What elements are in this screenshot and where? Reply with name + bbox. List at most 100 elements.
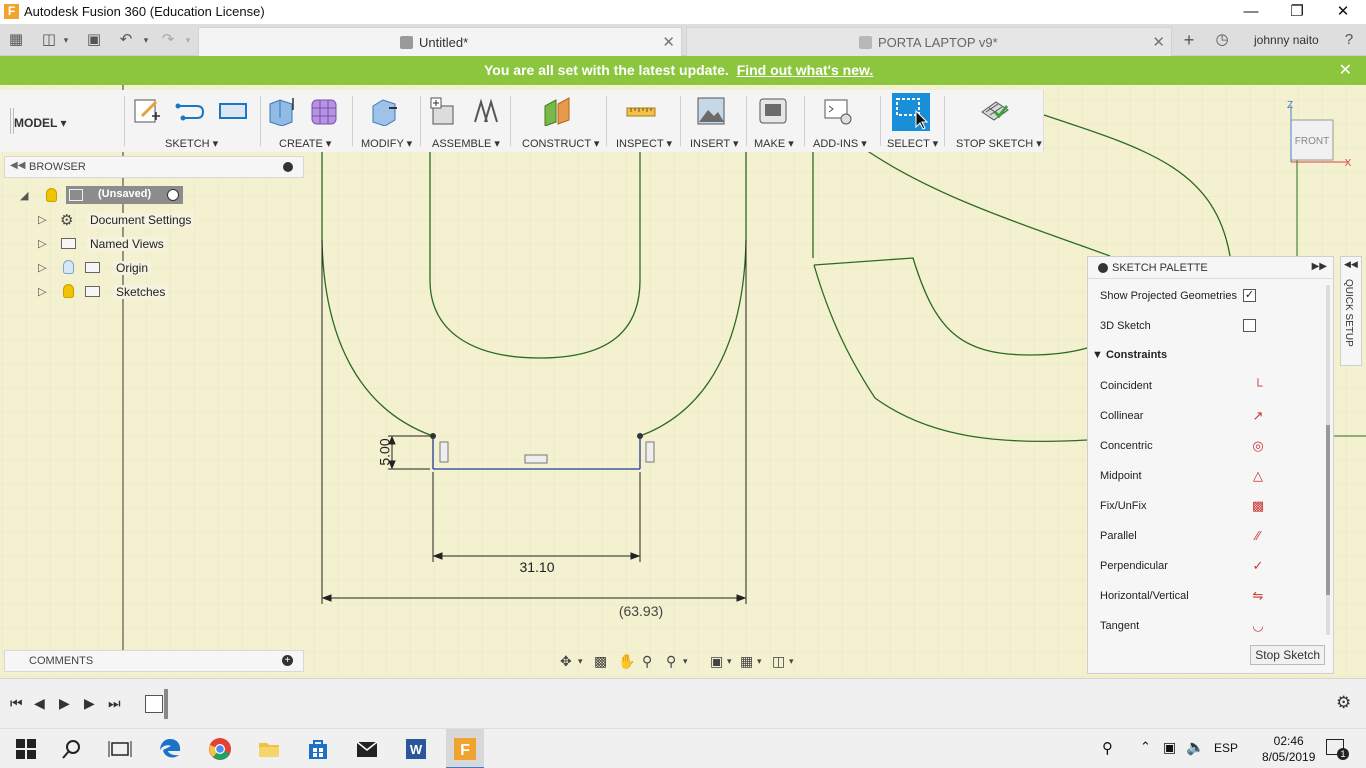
activate-radio-icon[interactable]: [167, 189, 179, 201]
orbit-icon[interactable]: ✥: [560, 653, 572, 670]
create-menu[interactable]: CREATE ▾: [279, 137, 331, 150]
collinear-icon[interactable]: ↗: [1250, 408, 1266, 424]
3d-print-icon[interactable]: [758, 96, 788, 126]
show-hidden-icons-chevron-icon[interactable]: ⌃: [1140, 739, 1151, 755]
expand-triangle-icon[interactable]: ▷: [38, 237, 46, 250]
look-at-icon[interactable]: ▩: [594, 653, 607, 670]
browser-item-document-settings[interactable]: ▷ ⚙ Document Settings: [38, 210, 238, 230]
browser-panel-header[interactable]: ◀◀ BROWSER: [4, 156, 304, 178]
insert-image-icon[interactable]: [696, 96, 726, 126]
display-settings-icon[interactable]: ▣: [710, 653, 723, 670]
construct-menu[interactable]: CONSTRUCT ▾: [522, 137, 599, 150]
timeline-marker[interactable]: [164, 689, 168, 719]
notifications-icon[interactable]: 1: [1326, 739, 1349, 760]
user-account-name[interactable]: johnny naito: [1254, 33, 1319, 47]
modify-menu[interactable]: MODIFY ▾: [361, 137, 412, 150]
restore-button[interactable]: ❐: [1274, 0, 1320, 24]
option-3d-sketch[interactable]: 3D Sketch: [1100, 317, 1320, 337]
browser-minimize-icon[interactable]: [283, 162, 293, 172]
task-view-icon[interactable]: [108, 737, 132, 761]
whats-new-link[interactable]: Find out what's new.: [737, 62, 874, 78]
file-explorer-icon[interactable]: [257, 737, 281, 761]
expand-triangle-icon[interactable]: ▷: [38, 261, 46, 274]
insert-menu[interactable]: INSERT ▾: [690, 137, 739, 150]
3d-sketch-checkbox[interactable]: [1243, 319, 1256, 332]
rectangle-tool-icon[interactable]: [218, 96, 248, 126]
sketch-point[interactable]: [637, 433, 643, 439]
horizontal-vertical-icon[interactable]: ⇋: [1250, 588, 1266, 604]
redo-dropdown-chevron-icon[interactable]: ▾: [179, 31, 197, 49]
fusion-taskbar-button[interactable]: F: [446, 729, 484, 768]
sketch-palette-header[interactable]: SKETCH PALETTE ▶▶: [1088, 257, 1333, 279]
constraint-coincident[interactable]: Coincident └: [1100, 377, 1320, 397]
select-menu[interactable]: SELECT ▾: [887, 137, 938, 150]
grid-settings-icon[interactable]: ▦: [740, 653, 753, 670]
input-language[interactable]: ESP: [1214, 741, 1238, 755]
offset-plane-icon[interactable]: [542, 96, 572, 126]
option-show-projected-geometries[interactable]: Show Projected Geometries ✓: [1100, 287, 1320, 307]
volume-icon[interactable]: 🔈: [1186, 738, 1205, 756]
sketch-menu[interactable]: SKETCH ▾: [165, 137, 218, 150]
constraint-perpendicular[interactable]: Perpendicular ✓: [1100, 557, 1320, 577]
tab-close-icon[interactable]: ✕: [662, 33, 675, 51]
save-icon[interactable]: ▣: [85, 31, 103, 49]
midpoint-icon[interactable]: △: [1250, 468, 1266, 484]
collapse-chevron-icon[interactable]: ◀◀: [1344, 259, 1358, 270]
display-dropdown-chevron-icon[interactable]: ▾: [727, 656, 732, 667]
undo-dropdown-chevron-icon[interactable]: ▾: [137, 31, 155, 49]
go-to-start-icon[interactable]: ⏮: [10, 695, 23, 712]
show-projected-checkbox[interactable]: ✓: [1243, 289, 1256, 302]
mail-icon[interactable]: [355, 737, 379, 761]
form-icon[interactable]: [309, 96, 339, 126]
data-panel-grid-icon[interactable]: ▦: [7, 31, 25, 49]
constraint-horizontal-vertical[interactable]: Horizontal/Vertical ⇋: [1100, 587, 1320, 607]
viewports-icon[interactable]: ◫: [772, 653, 785, 670]
viewports-dropdown-chevron-icon[interactable]: ▾: [789, 656, 794, 667]
make-menu[interactable]: MAKE ▾: [754, 137, 794, 150]
new-tab-plus-icon[interactable]: +: [1180, 31, 1198, 49]
banner-close-icon[interactable]: ✕: [1339, 60, 1352, 80]
palette-expand-icon[interactable]: ▶▶: [1312, 261, 1327, 272]
scripts-addins-icon[interactable]: [823, 96, 853, 126]
pan-hand-icon[interactable]: ✋: [618, 653, 635, 670]
concentric-icon[interactable]: ◎: [1250, 438, 1266, 454]
constraint-tangent[interactable]: Tangent ◡: [1100, 617, 1320, 637]
new-component-icon[interactable]: [427, 96, 457, 126]
assemble-menu[interactable]: ASSEMBLE ▾: [432, 137, 500, 150]
search-icon[interactable]: [60, 737, 84, 761]
timeline-settings-gear-icon[interactable]: ⚙: [1336, 693, 1351, 713]
dimension-width-label[interactable]: 31.10: [519, 559, 554, 575]
help-icon[interactable]: ?: [1340, 31, 1358, 49]
browser-item-origin[interactable]: ▷ Origin: [38, 258, 238, 278]
dimension-overall-label[interactable]: (63.93): [619, 603, 663, 619]
sketch-point[interactable]: [430, 433, 436, 439]
zoom-dropdown-chevron-icon[interactable]: ▾: [683, 656, 688, 667]
step-back-icon[interactable]: ◀: [34, 695, 45, 712]
zoom-icon[interactable]: ⚲: [642, 653, 652, 670]
grid-dropdown-chevron-icon[interactable]: ▾: [757, 656, 762, 667]
network-icon[interactable]: ▣: [1163, 739, 1176, 756]
stop-sketch-menu[interactable]: STOP SKETCH ▾: [956, 137, 1042, 150]
orbit-dropdown-chevron-icon[interactable]: ▾: [578, 656, 583, 667]
collapse-chevron-icon[interactable]: ◀◀: [10, 160, 25, 171]
horizontal-constraint-icon[interactable]: [524, 454, 548, 464]
expand-triangle-icon[interactable]: ◢: [20, 189, 28, 202]
create-sketch-icon[interactable]: [132, 96, 162, 126]
undo-icon[interactable]: ↶: [117, 31, 135, 49]
inspect-menu[interactable]: INSPECT ▾: [616, 137, 672, 150]
edge-browser-icon[interactable]: [158, 737, 182, 761]
visibility-bulb-icon[interactable]: [46, 188, 57, 202]
tab-untitled[interactable]: Untitled* ✕: [198, 27, 682, 56]
workspace-switcher[interactable]: MODEL ▾: [14, 116, 66, 130]
constraint-fix-unfix[interactable]: Fix/UnFix ▩: [1100, 497, 1320, 517]
parallel-icon[interactable]: ∕∕: [1250, 528, 1266, 543]
people-icon[interactable]: ⚲: [1102, 739, 1113, 757]
visibility-bulb-icon[interactable]: [63, 284, 74, 298]
stop-sketch-icon[interactable]: [980, 96, 1010, 126]
measure-icon[interactable]: [626, 96, 656, 126]
vertical-constraint-icon[interactable]: [645, 441, 655, 463]
quick-setup-panel[interactable]: ◀◀ QUICK SETUP: [1340, 256, 1362, 366]
visibility-bulb-icon[interactable]: [63, 260, 74, 274]
expand-triangle-icon[interactable]: ▷: [38, 213, 46, 226]
play-icon[interactable]: ▶: [59, 695, 70, 712]
